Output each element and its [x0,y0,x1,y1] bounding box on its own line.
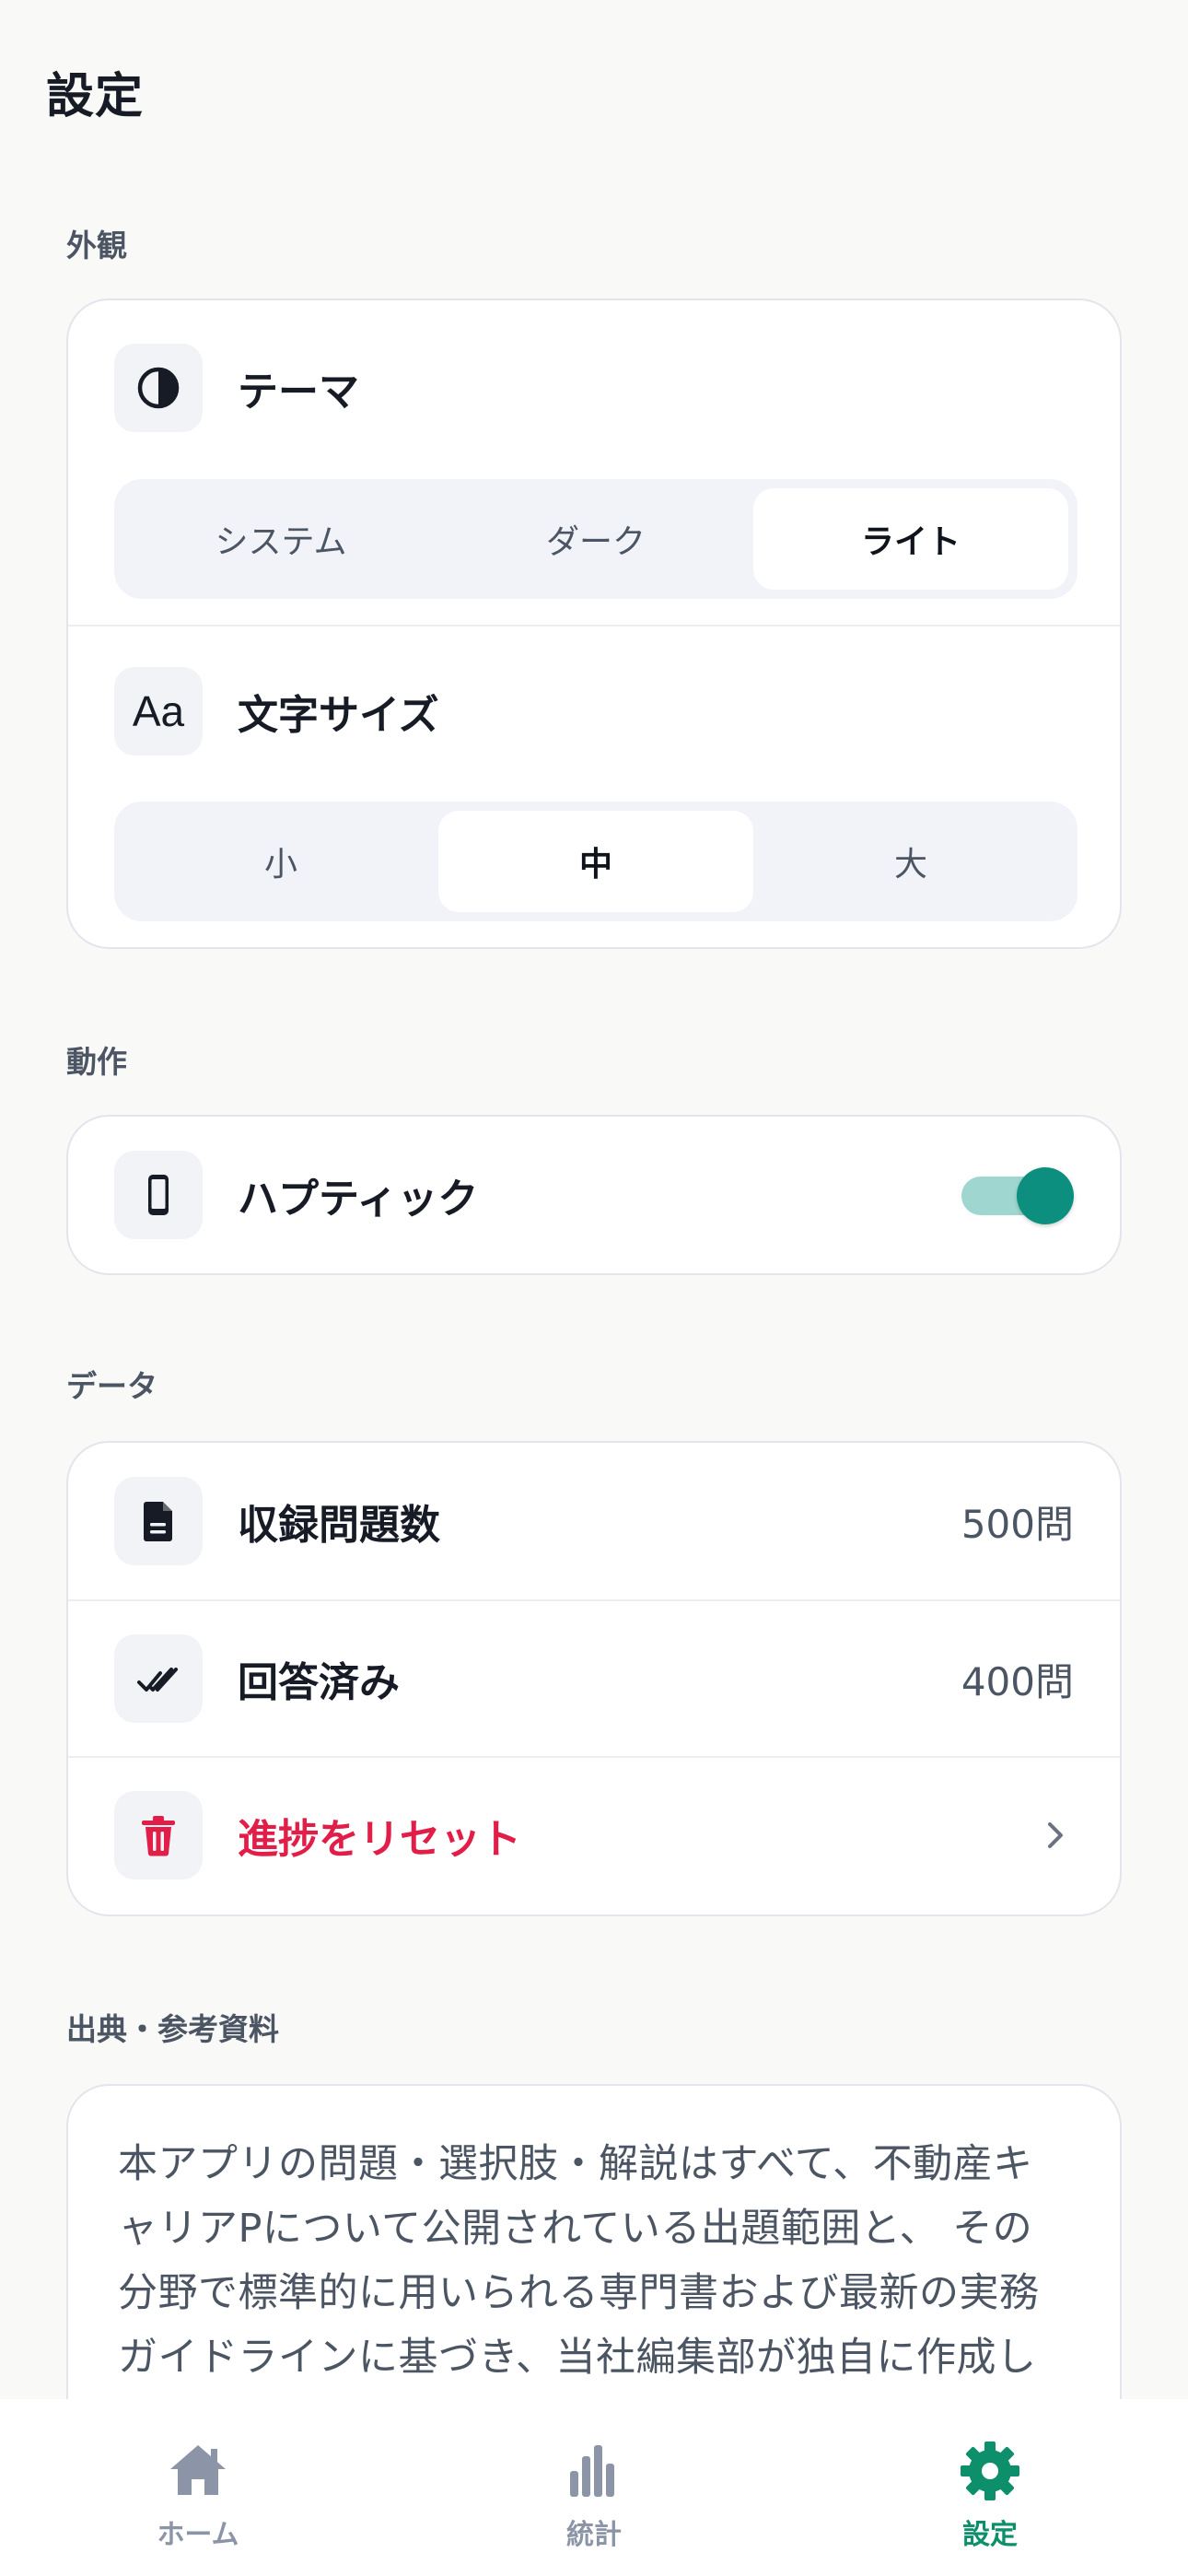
theme-option-system[interactable]: システム [123,488,438,590]
tab-settings-label: 設定 [962,2519,1018,2551]
data-card: 収録問題数 500問 回答済み 400問 進捗をリセット [66,1441,1122,1916]
theme-row: テーマ [68,300,1120,457]
tab-home[interactable]: ホーム [0,2399,396,2576]
section-label-sources: 出典・参考資料 [66,2011,279,2047]
font-size-icon-text: Aa [132,687,185,735]
settings-screen: 設定 外観 テーマ システム ダーク ライト Aa 文字サイズ 小 中 大 動作… [0,0,1188,2576]
font-size-setting: Aa 文字サイズ 小 中 大 [68,626,1120,947]
chevron-right-icon [1048,1822,1063,1848]
font-size-option-small[interactable]: 小 [123,811,438,912]
reset-progress-row[interactable]: 進捗をリセット [68,1756,1120,1913]
font-size-option-medium[interactable]: 中 [438,811,753,912]
section-label-behavior: 動作 [66,1044,127,1080]
phone-icon [114,1151,203,1239]
haptic-row: ハプティック [68,1117,1120,1273]
theme-setting: テーマ システム ダーク ライト [68,300,1120,625]
section-label-appearance: 外観 [66,228,127,263]
font-size-icon: Aa [114,667,203,755]
tab-home-label: ホーム [157,2519,239,2551]
appearance-card: テーマ システム ダーク ライト Aa 文字サイズ 小 中 大 [66,299,1122,949]
tab-stats[interactable]: 統計 [396,2399,792,2576]
font-size-option-large[interactable]: 大 [753,811,1068,912]
answered-label: 回答済み [238,1659,400,1706]
font-size-segmented-control: 小 中 大 [114,802,1077,921]
font-size-row: Aa 文字サイズ [68,626,1120,783]
answered-value: 400問 [961,1658,1074,1704]
haptic-label: ハプティック [238,1176,479,1223]
font-size-label: 文字サイズ [238,692,439,739]
trash-icon [114,1791,203,1879]
home-icon [170,2445,226,2495]
toggle-knob [1017,1167,1074,1224]
behavior-card: ハプティック [66,1115,1122,1275]
document-icon [114,1477,203,1565]
theme-option-light[interactable]: ライト [753,488,1068,590]
tab-settings[interactable]: 設定 [792,2399,1188,2576]
bar-chart-icon [570,2445,614,2497]
tab-stats-label: 統計 [566,2519,622,2551]
half-circle-icon [114,344,203,432]
theme-label: テーマ [238,369,359,416]
tab-bar: ホーム 統計 設定 [0,2399,1188,2576]
double-check-icon [114,1634,203,1723]
haptic-toggle[interactable] [961,1167,1074,1224]
total-questions-value: 500問 [961,1501,1074,1547]
reset-progress-label: 進捗をリセット [238,1816,521,1863]
total-questions-row: 収録問題数 500問 [68,1443,1120,1599]
page-title: 設定 [46,69,145,124]
answered-row: 回答済み 400問 [68,1599,1120,1756]
theme-segmented-control: システム ダーク ライト [114,479,1077,599]
total-questions-label: 収録問題数 [238,1502,440,1549]
theme-option-dark[interactable]: ダーク [438,488,753,590]
gear-icon [961,2441,1019,2500]
section-label-data: データ [66,1368,157,1404]
